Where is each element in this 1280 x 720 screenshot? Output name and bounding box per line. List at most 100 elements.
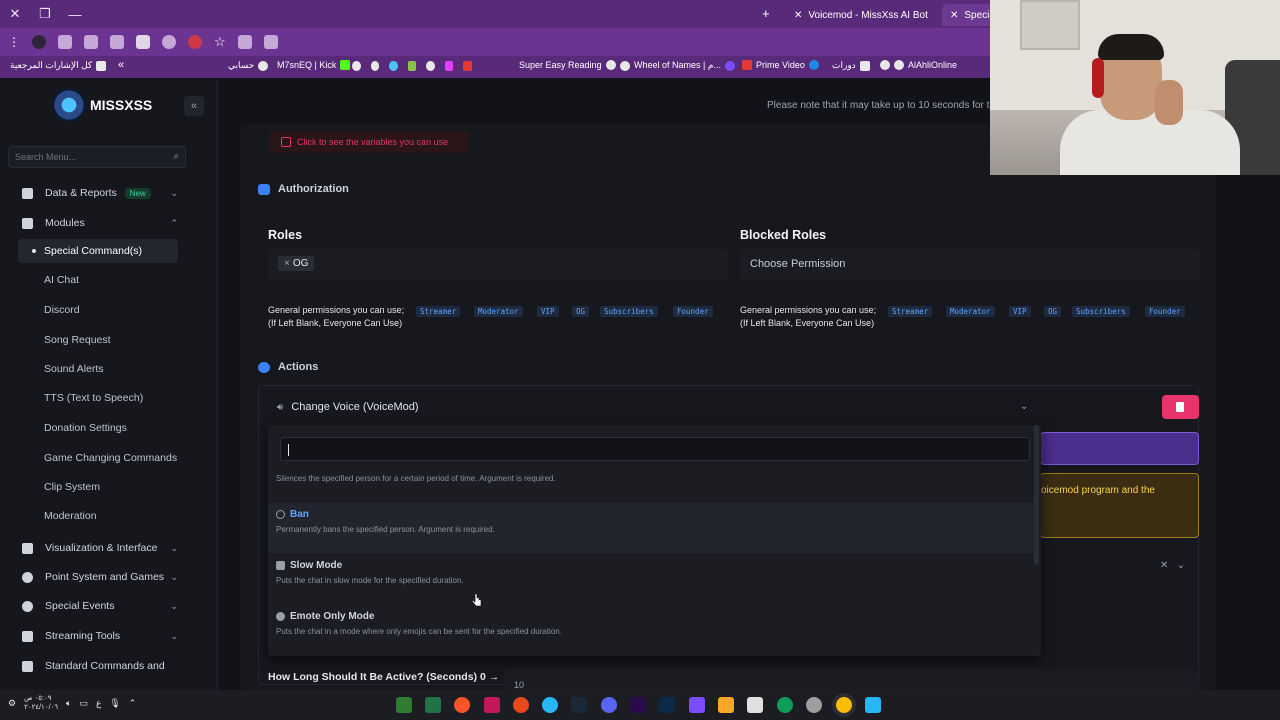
- variables-button[interactable]: Click to see the variables you can use: [269, 131, 469, 153]
- remove-chip-icon[interactable]: ×: [284, 258, 290, 269]
- perm-tag[interactable]: Moderator: [474, 306, 523, 317]
- sidebar-sub-donation-settings[interactable]: Donation Settings: [18, 416, 178, 440]
- perm-tag[interactable]: Streamer: [888, 306, 933, 317]
- chevron-left-icon[interactable]: «: [118, 59, 124, 71]
- app-icon[interactable]: [806, 697, 822, 713]
- action-header[interactable]: 🔊︎ Change Voice (VoiceMod): [277, 401, 419, 413]
- extensions-puzzle-icon[interactable]: [110, 35, 124, 49]
- restore-window-icon[interactable]: ❐: [30, 6, 60, 22]
- bookmark-courses[interactable]: دورات: [832, 60, 870, 71]
- menu-dots-icon[interactable]: ⋮: [8, 35, 20, 49]
- new-tab-button[interactable]: +: [762, 6, 770, 21]
- minimize-window-icon[interactable]: —: [60, 7, 90, 22]
- extension-icon[interactable]: [162, 35, 176, 49]
- dropdown-scrollbar[interactable]: [1034, 425, 1039, 565]
- perm-tag[interactable]: OG: [1044, 306, 1062, 317]
- role-chip[interactable]: × OG: [278, 256, 315, 271]
- perm-tag[interactable]: Subscribers: [1072, 306, 1130, 317]
- site-icon[interactable]: [407, 61, 417, 71]
- close-tab-icon[interactable]: ✕: [950, 10, 958, 21]
- chrome-icon[interactable]: [836, 697, 852, 713]
- extension-icon[interactable]: [136, 35, 150, 49]
- steam-icon[interactable]: [571, 697, 587, 713]
- bookmark-prime-video[interactable]: Prime Video: [742, 60, 819, 70]
- bookmark-wheel-of-names[interactable]: Wheel of Names | م...: [620, 60, 735, 71]
- speaker-icon[interactable]: 🔈︎: [66, 698, 71, 709]
- perm-tag[interactable]: Founder: [673, 306, 713, 317]
- sidebar-item-data-reports[interactable]: Data & Reports New ⌄: [18, 181, 178, 205]
- download-icon[interactable]: [84, 35, 98, 49]
- chevron-down-icon[interactable]: ⌄: [1020, 401, 1028, 412]
- search-menu-input[interactable]: Search Menu... ⌕: [8, 146, 186, 168]
- telegram-icon[interactable]: [542, 697, 558, 713]
- edge-icon[interactable]: [777, 697, 793, 713]
- sidebar-sub-sound-alerts[interactable]: Sound Alerts: [18, 357, 178, 381]
- sidebar-item-special-events[interactable]: Special Events ⌄: [18, 594, 178, 618]
- app-icon[interactable]: [396, 697, 412, 713]
- perm-tag[interactable]: Moderator: [946, 306, 995, 317]
- perm-tag[interactable]: Subscribers: [600, 306, 658, 317]
- app-icon[interactable]: [513, 697, 529, 713]
- collapse-sidebar-button[interactable]: «: [184, 96, 204, 116]
- bookmark-alahli[interactable]: AlAhliOnline: [880, 60, 957, 70]
- globe-icon[interactable]: [352, 61, 361, 71]
- chevron-up-icon[interactable]: ⌃: [129, 698, 137, 709]
- duration-input[interactable]: 10: [504, 670, 1198, 690]
- perm-tag[interactable]: VIP: [1009, 306, 1031, 317]
- site-icon[interactable]: [389, 61, 398, 71]
- excel-icon[interactable]: [425, 697, 441, 713]
- option-ban[interactable]: Ban Permanently bans the specified perso…: [268, 503, 1034, 553]
- bookmark-account[interactable]: حسابي: [228, 60, 269, 71]
- extension-icon[interactable]: [188, 35, 202, 49]
- sidebar-sub-ai-chat[interactable]: AI Chat: [18, 268, 178, 292]
- microphone-icon[interactable]: 🎙︎: [109, 698, 120, 709]
- site-icon[interactable]: [463, 61, 473, 71]
- sidebar-sub-song-request[interactable]: Song Request: [18, 328, 178, 352]
- close-tab-icon[interactable]: ✕: [794, 10, 802, 21]
- zoom-icon[interactable]: [237, 35, 252, 49]
- option-slow-mode[interactable]: Slow Mode Puts the chat in slow mode for…: [268, 554, 1034, 604]
- roles-select[interactable]: × OG: [268, 249, 728, 281]
- extension-icon[interactable]: [32, 35, 46, 49]
- brave-icon[interactable]: [454, 697, 470, 713]
- voice-select-bar[interactable]: [1040, 432, 1199, 465]
- sidebar-item-modules[interactable]: Modules ⌃: [18, 211, 178, 235]
- photoshop-icon[interactable]: [659, 697, 675, 713]
- delete-action-button[interactable]: [1162, 395, 1199, 419]
- close-window-icon[interactable]: ✕: [0, 6, 30, 22]
- network-icon[interactable]: ▭: [79, 698, 88, 709]
- sidebar-sub-clip-system[interactable]: Clip System: [18, 475, 178, 499]
- sidebar-sub-game-changing[interactable]: Game Changing Commands: [18, 446, 178, 470]
- file-explorer-icon[interactable]: [718, 697, 734, 713]
- sidebar-sub-tts[interactable]: TTS (Text to Speech): [18, 386, 178, 410]
- perm-tag[interactable]: Streamer: [416, 306, 461, 317]
- bookmark-kick[interactable]: M7snEQ | Kick: [277, 60, 351, 70]
- perm-tag[interactable]: VIP: [537, 306, 559, 317]
- globe-icon[interactable]: [370, 61, 380, 71]
- sidebar-sub-moderation[interactable]: Moderation: [18, 504, 178, 528]
- app-icon[interactable]: [484, 697, 500, 713]
- dropdown-search-input[interactable]: [280, 437, 1030, 461]
- premiere-icon[interactable]: [630, 697, 646, 713]
- share-icon[interactable]: [263, 35, 278, 49]
- perm-tag[interactable]: Founder: [1145, 306, 1185, 317]
- clear-and-expand-controls[interactable]: ✕ ⌄: [1160, 560, 1185, 571]
- option-emote-only[interactable]: Emote Only Mode Puts the chat in a mode …: [268, 605, 1034, 655]
- brand-logo[interactable]: MISSXSS: [52, 88, 152, 122]
- sidebar-item-standard-commands[interactable]: Standard Commands and: [18, 654, 178, 678]
- site-icon[interactable]: [444, 61, 454, 71]
- bookmark-all[interactable]: كل الإشارات المرجعية: [10, 60, 107, 71]
- blocked-roles-select[interactable]: Choose Permission: [740, 249, 1200, 281]
- perm-tag[interactable]: OG: [572, 306, 590, 317]
- sidebar-item-visualization[interactable]: Visualization & Interface ⌄: [18, 536, 178, 560]
- globe-icon[interactable]: [426, 61, 435, 71]
- sidebar-item-streaming-tools[interactable]: Streaming Tools ⌄: [18, 624, 178, 648]
- app-icon[interactable]: [689, 697, 705, 713]
- store-icon[interactable]: [747, 697, 763, 713]
- tab-voicemod[interactable]: ✕ Voicemod - MissXss AI Bot Syst: [786, 4, 936, 26]
- sidebar-item-point-system[interactable]: Point System and Games ⌄: [18, 565, 178, 589]
- language-indicator[interactable]: ع: [96, 698, 101, 709]
- star-bookmark-icon[interactable]: ☆: [214, 34, 226, 50]
- settings-icon[interactable]: ⚙: [8, 698, 16, 709]
- sidebar-sub-discord[interactable]: Discord: [18, 298, 178, 322]
